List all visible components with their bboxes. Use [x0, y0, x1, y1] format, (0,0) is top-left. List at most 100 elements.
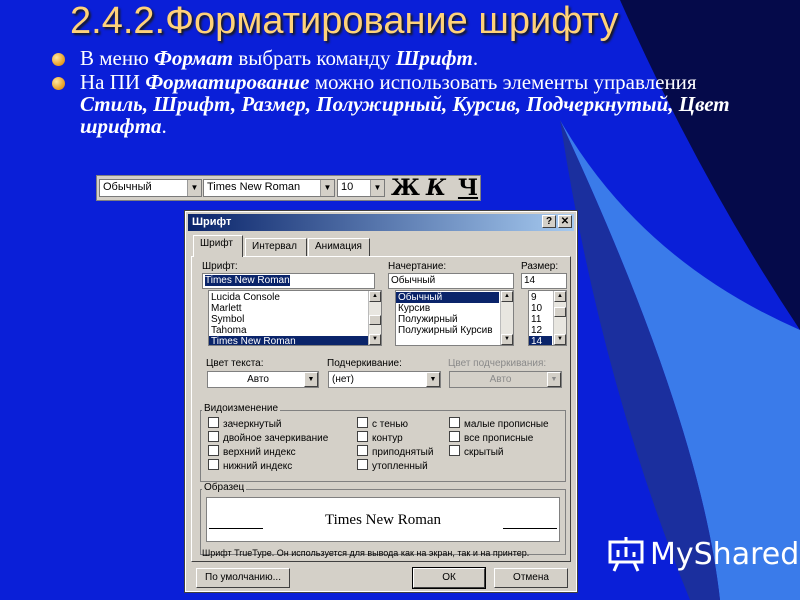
checkbox-box[interactable] — [357, 445, 368, 456]
checkbox-box[interactable] — [208, 417, 219, 428]
checkbox-box[interactable] — [357, 459, 368, 470]
cancel-button[interactable]: Отмена — [494, 568, 568, 588]
chevron-down-icon: ▼ — [547, 372, 561, 387]
checkbox-label: скрытый — [464, 447, 504, 458]
small-caps-checkbox[interactable]: малые прописные — [449, 417, 549, 430]
scroll-thumb[interactable] — [369, 315, 381, 325]
checkbox-box[interactable] — [449, 445, 460, 456]
list-item[interactable]: Курсив — [396, 303, 513, 314]
bullet-text: На ПИ — [80, 70, 146, 94]
font-size-input[interactable]: 14 — [521, 273, 567, 289]
italic-button[interactable]: К — [423, 177, 449, 199]
checkbox-label: верхний индекс — [223, 447, 296, 458]
list-item[interactable]: Полужирный Курсив — [396, 325, 513, 336]
superscript-checkbox[interactable]: верхний индекс — [208, 445, 296, 458]
sample-baseline — [503, 528, 557, 529]
bullet-text: В меню — [80, 46, 155, 70]
checkbox-box[interactable] — [357, 417, 368, 428]
subscript-checkbox[interactable]: нижний индекс — [208, 459, 293, 472]
underline-color-select: Авто ▼ — [449, 371, 562, 388]
checkbox-box[interactable] — [449, 417, 460, 428]
strikethrough-checkbox[interactable]: зачеркнутый — [208, 417, 282, 430]
underline-button[interactable]: Ч — [455, 177, 481, 199]
chevron-down-icon[interactable]: ▼ — [187, 180, 201, 196]
outline-checkbox[interactable]: контур — [357, 431, 403, 444]
font-color-select[interactable]: Авто ▼ — [207, 371, 319, 388]
size-list-scrollbar[interactable]: ▲ ▼ — [553, 291, 566, 345]
underline-color-value: Авто — [489, 374, 512, 385]
bullet-text: можно использовать элементы управления — [309, 70, 697, 94]
font-name-input[interactable]: Times New Roman — [202, 273, 375, 289]
list-item[interactable]: Symbol — [209, 314, 381, 325]
font-size-list[interactable]: 9 10 11 12 14 ▲ ▼ — [528, 290, 567, 346]
list-item[interactable]: 14 — [529, 336, 552, 345]
size-label: Размер: — [521, 261, 559, 272]
checkbox-box[interactable] — [357, 431, 368, 442]
scroll-down-icon[interactable]: ▼ — [369, 334, 381, 345]
checkbox-label: малые прописные — [464, 419, 549, 430]
style-combo[interactable]: Обычный ▼ — [99, 179, 202, 197]
scroll-up-icon[interactable]: ▲ — [369, 291, 381, 302]
scroll-down-icon[interactable]: ▼ — [554, 334, 566, 345]
tab-font[interactable]: Шрифт — [193, 235, 243, 257]
bullet-list: В меню Формат выбрать команду Шрифт. На … — [52, 47, 752, 139]
double-strikethrough-checkbox[interactable]: двойное зачеркивание — [208, 431, 328, 444]
checkbox-label: нижний индекс — [223, 461, 293, 472]
default-button[interactable]: По умолчанию... — [196, 568, 290, 588]
font-list-scrollbar[interactable]: ▲ ▼ — [368, 291, 381, 345]
chevron-down-icon[interactable]: ▼ — [370, 180, 384, 196]
close-button[interactable]: ✕ — [558, 215, 572, 228]
list-item[interactable]: Обычный — [396, 292, 499, 303]
underline-select[interactable]: (нет) ▼ — [328, 371, 441, 388]
truetype-note: Шрифт TrueType. Он используется для выво… — [202, 548, 530, 558]
bullet-item: На ПИ Форматирование можно использовать … — [52, 71, 752, 137]
list-item[interactable]: Times New Roman — [209, 336, 381, 345]
bold-button[interactable]: Ж — [391, 177, 420, 199]
list-item[interactable]: Полужирный — [396, 314, 513, 325]
scroll-up-icon[interactable]: ▲ — [501, 291, 513, 302]
size-combo[interactable]: 10 ▼ — [337, 179, 385, 197]
checkbox-box[interactable] — [208, 431, 219, 442]
sample-text: Times New Roman — [324, 512, 442, 528]
font-name-value: Times New Roman — [205, 275, 290, 286]
style-label: Начертание: — [388, 261, 447, 272]
engrave-checkbox[interactable]: утопленный — [357, 459, 428, 472]
formatting-toolbar: Обычный ▼ Times New Roman ▼ 10 ▼ Ж К Ч — [96, 175, 481, 201]
checkbox-label: утопленный — [372, 461, 428, 472]
chevron-down-icon[interactable]: ▼ — [304, 372, 318, 387]
underline-label: Подчеркивание: — [327, 358, 402, 369]
watermark-text: MyShared — [650, 537, 800, 572]
tab-spacing[interactable]: Интервал — [245, 238, 307, 256]
list-item[interactable]: Tahoma — [209, 325, 381, 336]
list-item[interactable]: Lucida Console — [209, 292, 381, 303]
scroll-down-icon[interactable]: ▼ — [501, 334, 513, 345]
font-list[interactable]: Lucida Console Marlett Symbol Tahoma Tim… — [208, 290, 382, 346]
tab-animation[interactable]: Анимация — [308, 238, 370, 256]
font-combo[interactable]: Times New Roman ▼ — [203, 179, 335, 197]
all-caps-checkbox[interactable]: все прописные — [449, 431, 533, 444]
checkbox-box[interactable] — [449, 431, 460, 442]
chevron-down-icon[interactable]: ▼ — [426, 372, 440, 387]
bullet-dot-icon — [52, 53, 65, 66]
checkbox-box[interactable] — [208, 445, 219, 456]
style-list-scrollbar[interactable]: ▲ ▼ — [500, 291, 513, 345]
ok-button[interactable]: ОК — [412, 567, 486, 589]
shadow-checkbox[interactable]: с тенью — [357, 417, 408, 430]
help-button[interactable]: ? — [542, 215, 556, 228]
watermark: MyShared — [606, 533, 799, 579]
font-style-input[interactable]: Обычный — [388, 273, 514, 289]
font-style-list[interactable]: Обычный Курсив Полужирный Полужирный Кур… — [395, 290, 514, 346]
slide-title: 2.4.2.Форматирование шрифту — [70, 0, 619, 42]
checkbox-label: контур — [372, 433, 403, 444]
bullet-item: В меню Формат выбрать команду Шрифт. — [52, 47, 752, 69]
bullet-text: выбрать команду — [233, 46, 396, 70]
scroll-thumb[interactable] — [554, 307, 566, 317]
checkbox-box[interactable] — [208, 459, 219, 470]
emboss-checkbox[interactable]: приподнятый — [357, 445, 433, 458]
bullet-emphasis: Стиль, Шрифт, Размер, Полужирный, Курсив… — [80, 92, 730, 138]
underline-color-label: Цвет подчеркивания: — [448, 358, 547, 369]
hidden-checkbox[interactable]: скрытый — [449, 445, 504, 458]
list-item[interactable]: Marlett — [209, 303, 381, 314]
scroll-up-icon[interactable]: ▲ — [554, 291, 566, 302]
chevron-down-icon[interactable]: ▼ — [320, 180, 334, 196]
